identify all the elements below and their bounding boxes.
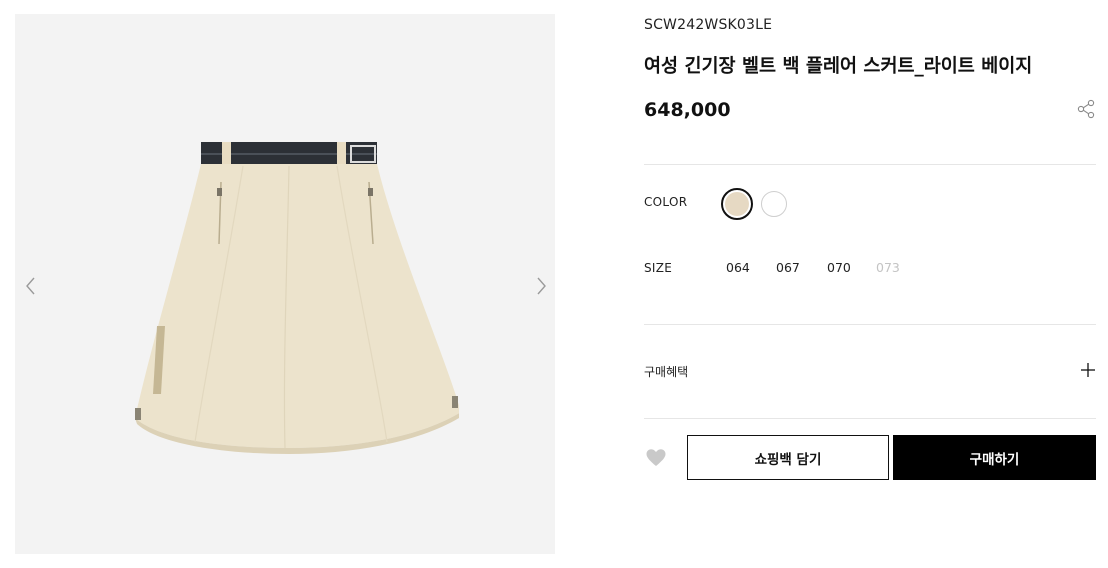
size-label: SIZE xyxy=(644,261,673,275)
divider xyxy=(644,164,1096,165)
product-gallery xyxy=(15,14,555,554)
size-option-073: 073 xyxy=(876,260,900,275)
size-option-070[interactable]: 070 xyxy=(827,260,851,275)
color-swatch-white[interactable] xyxy=(761,191,787,217)
divider xyxy=(644,324,1096,325)
divider xyxy=(644,418,1096,419)
product-info: SCW242WSK03LE 여성 긴기장 벨트 백 플레어 스커트_라이트 베이… xyxy=(644,0,1096,568)
size-option-064[interactable]: 064 xyxy=(726,260,750,275)
skirt-image xyxy=(135,142,459,454)
chevron-left-icon[interactable] xyxy=(19,274,43,298)
product-price: 648,000 xyxy=(644,99,731,121)
share-icon[interactable] xyxy=(1076,99,1096,119)
color-label: COLOR xyxy=(644,195,688,209)
add-to-cart-button[interactable]: 쇼핑백 담기 xyxy=(687,435,889,480)
purchase-benefits-label[interactable]: 구매혜택 xyxy=(644,363,688,380)
heart-icon[interactable] xyxy=(645,447,667,469)
product-title: 여성 긴기장 벨트 백 플레어 스커트_라이트 베이지 xyxy=(644,56,1033,77)
swatch-fill xyxy=(725,192,749,216)
plus-icon[interactable] xyxy=(1080,362,1096,378)
product-sku: SCW242WSK03LE xyxy=(644,17,773,33)
buy-now-button[interactable]: 구매하기 xyxy=(893,435,1096,480)
chevron-right-icon[interactable] xyxy=(529,274,553,298)
size-option-067[interactable]: 067 xyxy=(776,260,800,275)
color-swatch-light-beige[interactable] xyxy=(721,188,753,220)
